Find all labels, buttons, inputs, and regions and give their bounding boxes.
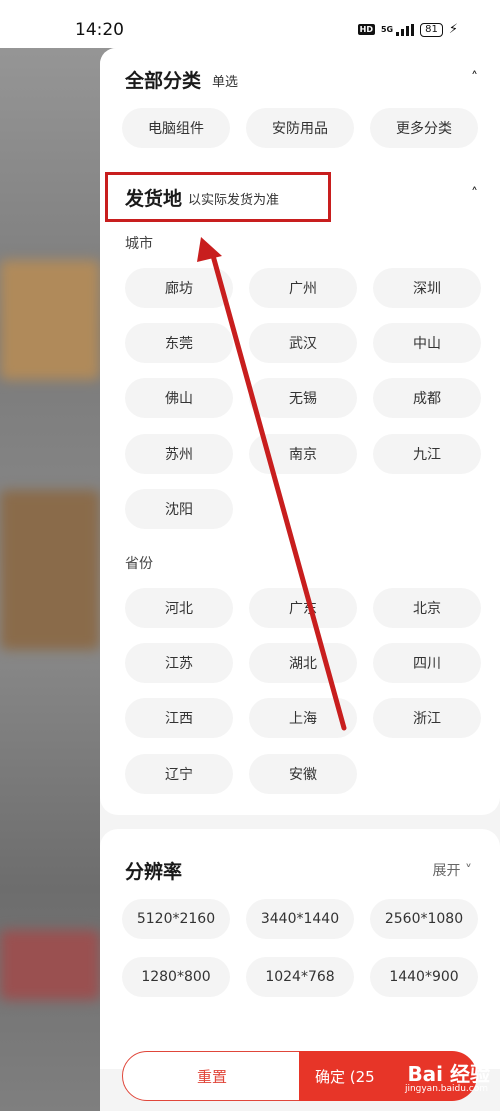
province-chip[interactable]: 江西 <box>125 698 233 738</box>
annotation-highlight-box <box>105 172 331 222</box>
charging-icon: ⚡ <box>448 22 458 37</box>
resolution-chip[interactable]: 1024*768 <box>246 957 354 997</box>
expand-button[interactable]: 展开 ˅ <box>433 860 472 880</box>
filter-card: 全部分类 单选 ˄ 电脑组件 安防用品 更多分类 发货地 以实际发货为准 ˄ 城… <box>100 48 500 815</box>
battery-icon: 81 <box>420 22 443 37</box>
province-chip[interactable]: 广东 <box>249 588 357 628</box>
city-chip[interactable]: 沈阳 <box>125 489 233 529</box>
resolution-chip[interactable]: 2560*1080 <box>370 899 478 939</box>
province-chip[interactable]: 江苏 <box>125 643 233 683</box>
status-time: 14:20 <box>75 20 124 40</box>
hd-icon: HD <box>357 24 375 35</box>
watermark-brand: Bai 经验 <box>407 1062 490 1086</box>
city-chip[interactable]: 成都 <box>373 378 481 418</box>
province-chip[interactable]: 上海 <box>249 698 357 738</box>
status-bar: 14:20 HD 5G 81 ⚡ <box>0 0 500 48</box>
category-chip[interactable]: 安防用品 <box>246 108 354 148</box>
category-subtitle: 单选 <box>212 75 239 90</box>
collapse-icon[interactable]: ˄ <box>471 70 478 86</box>
city-chip[interactable]: 苏州 <box>125 434 233 474</box>
city-chip[interactable]: 东莞 <box>125 323 233 363</box>
watermark-url: jingyan.baidu.com <box>404 1084 488 1094</box>
city-chip[interactable]: 廊坊 <box>125 268 233 308</box>
province-chip[interactable]: 河北 <box>125 588 233 628</box>
expand-label: 展开 <box>432 863 461 879</box>
resolution-chip[interactable]: 1280*800 <box>122 957 230 997</box>
category-title: 全部分类 <box>125 70 202 92</box>
province-chip[interactable]: 安徽 <box>249 754 357 794</box>
city-chip[interactable]: 南京 <box>249 434 357 474</box>
resolution-chip[interactable]: 3440*1440 <box>246 899 354 939</box>
resolution-chip[interactable]: 5120*2160 <box>122 899 230 939</box>
city-label: 城市 <box>125 236 153 252</box>
city-chip[interactable]: 中山 <box>373 323 481 363</box>
city-chip[interactable]: 佛山 <box>125 378 233 418</box>
province-chip[interactable]: 浙江 <box>373 698 481 738</box>
province-label: 省份 <box>125 556 153 572</box>
city-chip[interactable]: 九江 <box>373 434 481 474</box>
city-chip[interactable]: 广州 <box>249 268 357 308</box>
signal-icon <box>396 23 415 36</box>
province-chip[interactable]: 辽宁 <box>125 754 233 794</box>
city-chip[interactable]: 无锡 <box>249 378 357 418</box>
category-chip[interactable]: 电脑组件 <box>122 108 230 148</box>
city-chip[interactable]: 深圳 <box>373 268 481 308</box>
bg-product-image <box>0 260 100 380</box>
collapse-icon[interactable]: ˄ <box>471 186 478 202</box>
network-label: 5G <box>380 25 394 34</box>
resolution-title: 分辨率 <box>125 861 183 883</box>
province-chip[interactable]: 四川 <box>373 643 481 683</box>
city-chip[interactable]: 武汉 <box>249 323 357 363</box>
resolution-chip[interactable]: 1440*900 <box>370 957 478 997</box>
status-icons: HD 5G 81 ⚡ <box>357 22 458 37</box>
bg-product-image <box>0 490 100 650</box>
province-chip[interactable]: 湖北 <box>249 643 357 683</box>
chevron-down-icon: ˅ <box>465 863 472 879</box>
baidu-watermark: Bai 经验 jingyan.baidu.com <box>405 1058 490 1094</box>
category-chip[interactable]: 更多分类 <box>370 108 478 148</box>
reset-button[interactable]: 重置 <box>122 1051 302 1101</box>
province-chip[interactable]: 北京 <box>373 588 481 628</box>
bg-product-image <box>0 930 100 1000</box>
